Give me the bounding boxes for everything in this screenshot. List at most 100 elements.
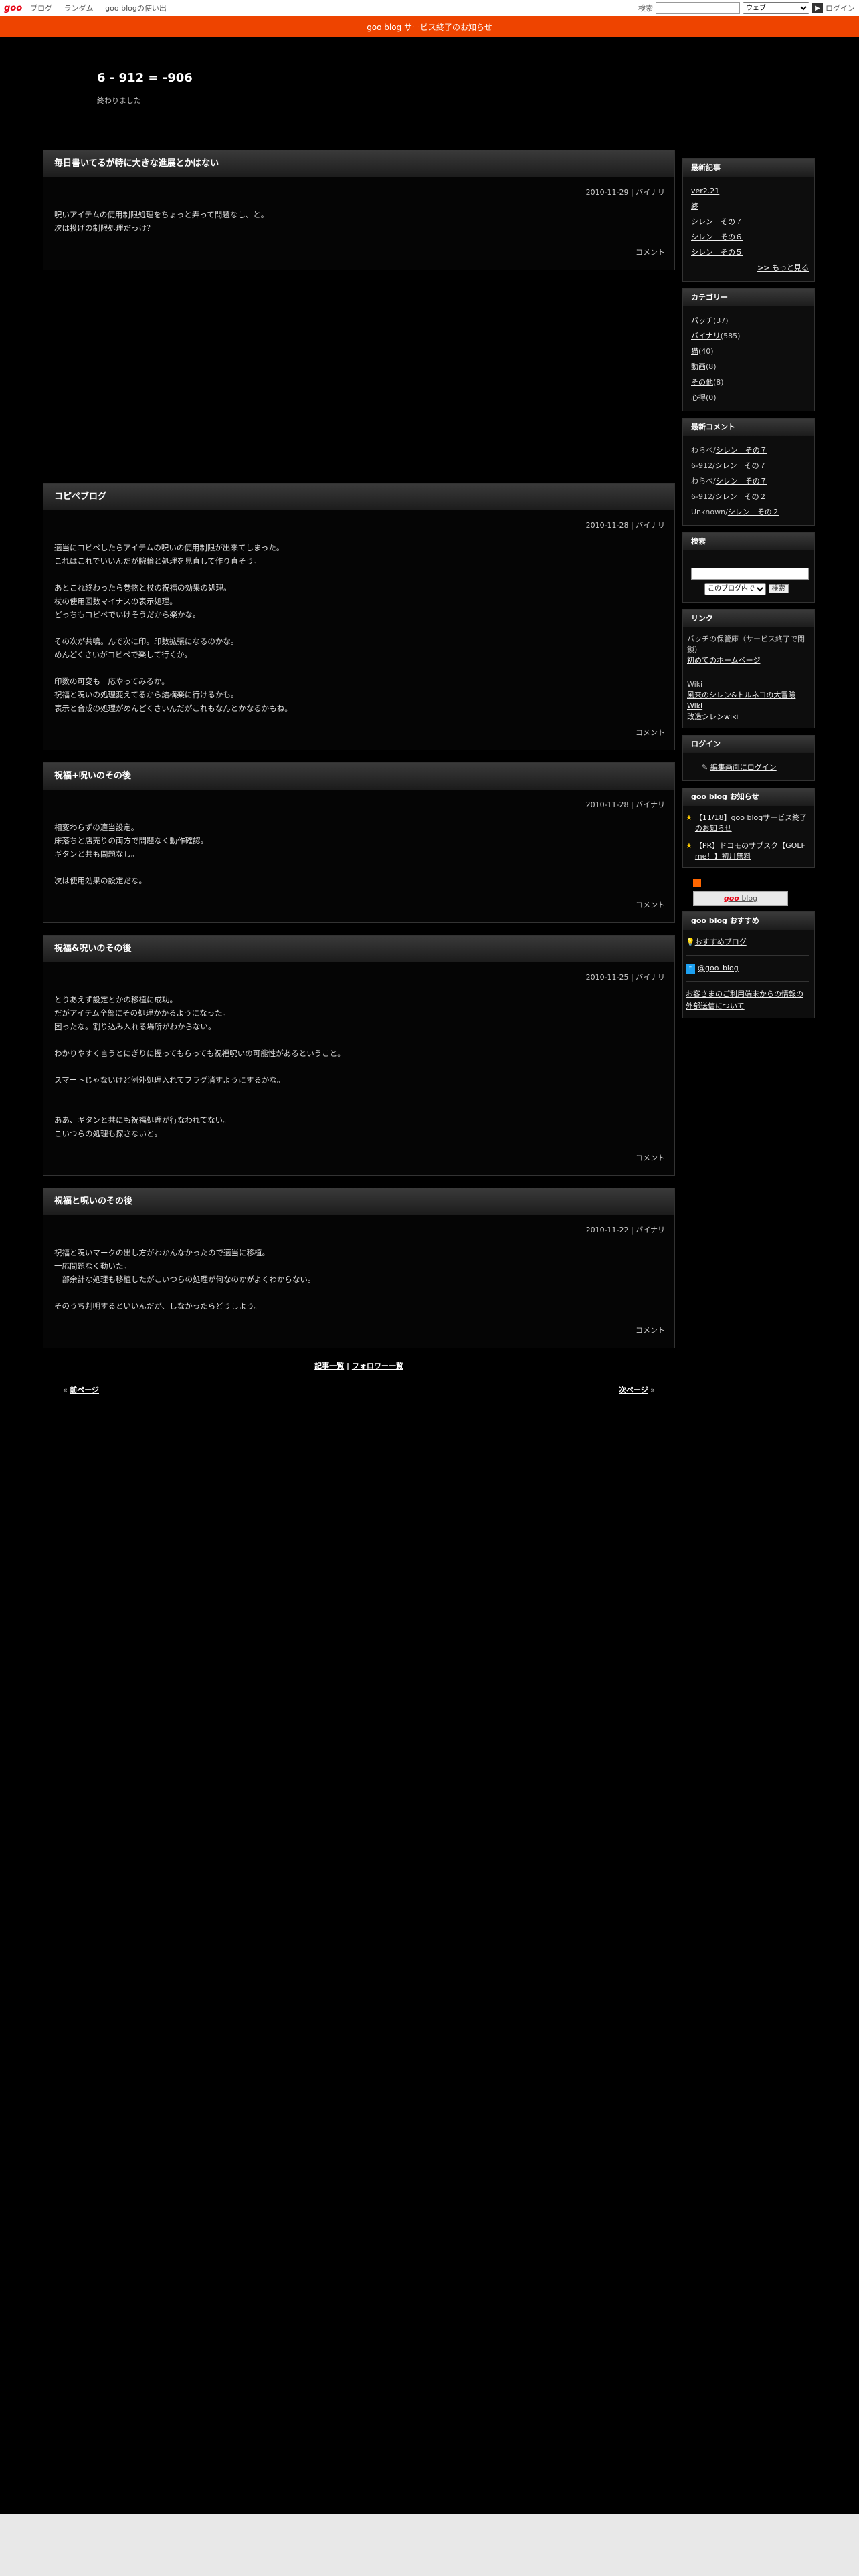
- entry-line: [54, 1087, 664, 1100]
- recent-articles-box: 最新記事 ver2.21 終シレン その７ シレン その６ シレン その５ >> もっ…: [682, 158, 815, 282]
- next-page-link[interactable]: 次ページ: [619, 1386, 648, 1394]
- recent-article-link[interactable]: シレン その５: [691, 248, 743, 257]
- links-box: リンク パッチの保管庫（サービス終了で閉鎖） 初めてのホームページ Wiki 風…: [682, 609, 815, 728]
- service-notice-link[interactable]: goo blog サービス終了のお知らせ: [367, 21, 492, 33]
- entry-title[interactable]: 祝福と呪いのその後: [43, 1188, 674, 1215]
- category-link[interactable]: 猫: [691, 347, 698, 356]
- twitter-link[interactable]: @goo_blog: [698, 964, 739, 972]
- entry-date: 2010-11-22 | バイナリ: [585, 1226, 665, 1235]
- top-bar: goo ブログ ランダム goo blogの使い出 検索 ウェブ ▶ ログイン: [0, 0, 859, 16]
- entry-line: 祝福と呪いの処理変えてるから結構楽に行けるかも。: [54, 690, 239, 700]
- link-shiren-wiki[interactable]: 風来のシレン&トルネコの大冒険 Wiki: [687, 691, 795, 710]
- comment-link[interactable]: コメント: [636, 248, 665, 257]
- comment-link[interactable]: コメント: [636, 901, 665, 909]
- entry-title[interactable]: 祝福+呪いのその後: [43, 763, 674, 790]
- top-search-select[interactable]: ウェブ: [743, 2, 809, 14]
- login-link[interactable]: ログイン: [826, 3, 855, 13]
- entry-line: とりあえず設定とかの移植に成功。: [54, 995, 177, 1004]
- link-mod-wiki[interactable]: 改造シレンwiki: [687, 712, 738, 721]
- entry-line: [54, 621, 664, 635]
- blog-search-scope[interactable]: このブログ内で: [704, 582, 766, 595]
- follower-list-link[interactable]: フォロワー一覧: [352, 1362, 403, 1370]
- entry-line: こいつらの処理も探さないと。: [54, 1129, 162, 1138]
- top-search: 検索 ウェブ ▶ ログイン: [638, 0, 855, 16]
- sidebar: 最新記事 ver2.21 終シレン その７ シレン その６ シレン その５ >> もっ…: [682, 150, 815, 1025]
- recent-article-link[interactable]: シレン その６: [691, 233, 743, 241]
- category-title: カテゴリー: [683, 289, 814, 306]
- service-notice-bar: goo blog サービス終了のお知らせ: [0, 16, 859, 37]
- recent-articles-title: 最新記事: [683, 159, 814, 177]
- blog-title[interactable]: 6 - 912 = -906: [97, 71, 193, 85]
- category-count: (37): [713, 316, 729, 325]
- comment-post-link[interactable]: シレン その７: [716, 446, 767, 455]
- comment-post-link[interactable]: シレン その７: [716, 477, 767, 486]
- entry-line: [54, 1060, 664, 1073]
- comment-link[interactable]: コメント: [636, 728, 665, 737]
- prev-page-link[interactable]: 前ページ: [70, 1386, 99, 1394]
- category-link[interactable]: その他: [691, 378, 713, 387]
- entry-body: 適当にコピペしたらアイテムの呪いの使用制限が出来てしまった。 これはこれでいいんだ…: [43, 530, 674, 715]
- category-item: その他(8): [691, 374, 809, 390]
- category-box: カテゴリー パッチ(37) バイナリ(585) 猫(40) 動画(8) その他(8) 心得…: [682, 288, 815, 411]
- search-go-icon[interactable]: ▶: [812, 3, 823, 13]
- category-link[interactable]: パッチ: [691, 316, 713, 325]
- entry-title[interactable]: コピペブログ: [43, 484, 674, 510]
- external-info-link[interactable]: お客さまのご利用端末からの情報の外部送信について: [686, 990, 803, 1010]
- entry-title[interactable]: 毎日書いてるが特に大きな進展とかはない: [43, 150, 674, 177]
- entry-list: 毎日書いてるが特に大きな進展とかはない 2010-11-29 | バイナリ 呪いアイ…: [43, 150, 675, 1348]
- comment-author: 6-912/: [691, 461, 715, 470]
- entry-line: これはこれでいいんだが腕輪と処理を見直して作り直そう。: [54, 556, 262, 566]
- footer-links: 記事一覧 | フォロワー一覧: [43, 1360, 675, 1371]
- recent-article-link[interactable]: シレン その７: [691, 217, 743, 226]
- blog-entry: 毎日書いてるが特に大きな進展とかはない 2010-11-29 | バイナリ 呪いアイ…: [43, 150, 675, 270]
- top-search-input[interactable]: [656, 2, 740, 14]
- goo-news-item[interactable]: 【PR】ドコモのサブスク【GOLF me！】初月無料: [695, 841, 809, 862]
- category-item: 動画(8): [691, 359, 809, 374]
- nav-blog[interactable]: ブログ: [30, 4, 52, 13]
- blog-search-button[interactable]: 検索: [768, 584, 789, 593]
- entry-line: 祝福と呪いマークの出し方がわかんなかったので適当に移植。: [54, 1248, 270, 1257]
- nav-howto[interactable]: goo blogの使い出: [105, 4, 167, 13]
- blog-search-input[interactable]: [691, 567, 809, 580]
- category-link[interactable]: 心得: [691, 393, 706, 402]
- entry-line: 相変わらずの適当設定。: [54, 823, 139, 832]
- goo-blog-banner[interactable]: goo blog: [693, 891, 788, 906]
- comment-item: わらべ/シレン その７: [691, 473, 809, 489]
- category-count: (8): [713, 378, 724, 387]
- comment-post-link[interactable]: シレン その２: [728, 508, 779, 516]
- category-link[interactable]: 動画: [691, 362, 706, 371]
- entry-line: 適当にコピペしたらアイテムの呪いの使用制限が出来てしまった。: [54, 543, 284, 552]
- comment-link[interactable]: コメント: [636, 1154, 665, 1162]
- recent-comments-box: 最新コメント わらべ/シレン その７ 6-912/シレン その７ わらべ/シレン そ…: [682, 418, 815, 526]
- link-homepage[interactable]: 初めてのホームページ: [687, 656, 760, 665]
- goo-logo[interactable]: goo: [4, 3, 22, 13]
- nav-random[interactable]: ランダム: [64, 4, 94, 13]
- goo-news-item[interactable]: 【11/18】goo blogサービス終了のお知らせ: [695, 813, 809, 834]
- entry-line: [54, 861, 664, 874]
- entry-title[interactable]: 祝福&呪いのその後: [43, 936, 674, 962]
- entry-line: めんどくさいがコピペで楽して行くか。: [54, 650, 192, 659]
- main-column: 毎日書いてるが特に大きな進展とかはない 2010-11-29 | バイナリ 呪いアイ…: [43, 150, 675, 1406]
- recent-article-item: シレン その５: [691, 245, 809, 260]
- category-item: 猫(40): [691, 344, 809, 359]
- more-articles-link[interactable]: >> もっと見る: [757, 263, 809, 272]
- recent-article-item: シレン その６: [691, 229, 809, 245]
- edit-login-link[interactable]: 編集画面にログイン: [710, 763, 777, 772]
- category-item: 心得(0): [691, 390, 809, 405]
- entry-line: 印数の可変も一応やってみるか。: [54, 677, 169, 686]
- pencil-icon: ✎: [702, 763, 708, 772]
- comment-item: 6-912/シレン その２: [691, 489, 809, 504]
- entry-line: その次が共鳴。んで次に印。印数拡張になるのかな。: [54, 637, 239, 646]
- comment-link[interactable]: コメント: [636, 1326, 665, 1335]
- comment-item: Unknown/シレン その２: [691, 504, 809, 520]
- blog-search-title: 検索: [683, 533, 814, 550]
- recent-article-link[interactable]: ver2.21: [691, 187, 719, 195]
- recent-article-link[interactable]: 終: [691, 202, 698, 211]
- comment-post-link[interactable]: シレン その７: [715, 461, 767, 470]
- entry-line: わかりやすく言うとにぎりに握ってもらっても祝福呪いの可能性があるということ。: [54, 1049, 345, 1058]
- rss-icon[interactable]: [693, 879, 701, 887]
- recommend-blog-link[interactable]: おすすめブログ: [695, 938, 747, 946]
- category-link[interactable]: バイナリ: [691, 332, 721, 340]
- article-list-link[interactable]: 記事一覧: [314, 1362, 344, 1370]
- comment-post-link[interactable]: シレン その２: [715, 492, 767, 501]
